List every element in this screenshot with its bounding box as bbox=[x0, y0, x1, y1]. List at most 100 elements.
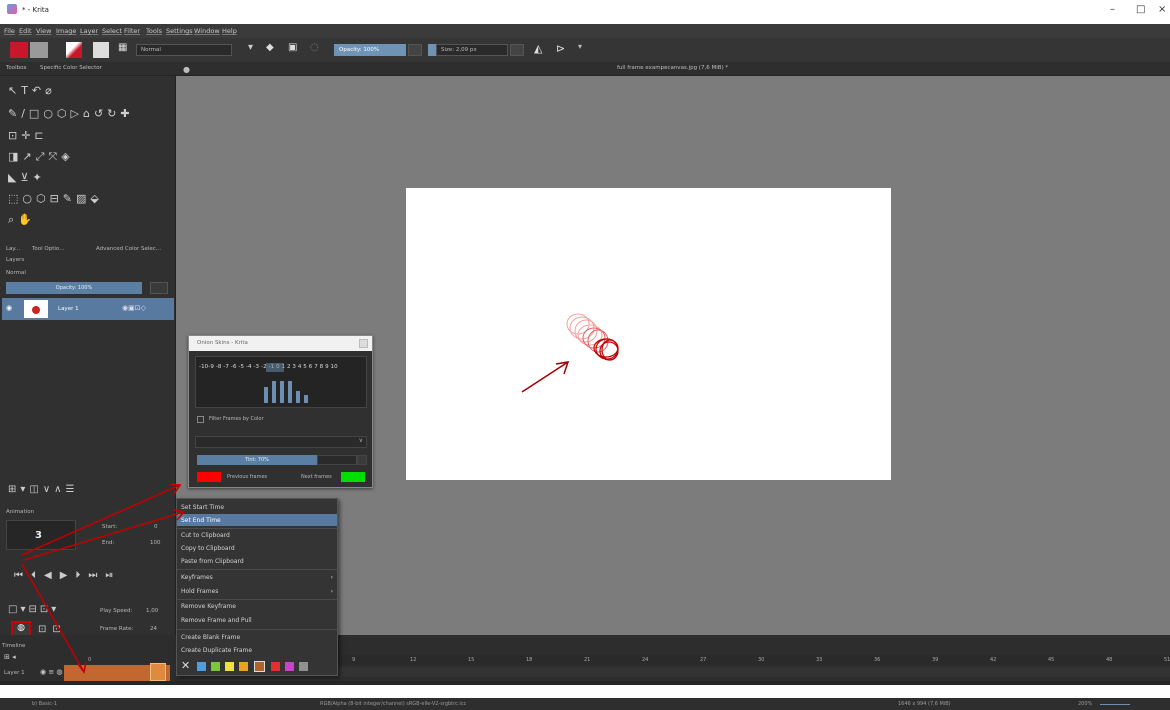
play-speed-value[interactable]: 1,00 bbox=[146, 608, 158, 614]
tint-slider[interactable]: Tint: 70% bbox=[197, 455, 317, 465]
menu-item-set-start-time[interactable]: Set Start Time bbox=[177, 501, 337, 513]
menu-item-copy[interactable]: Copy to Clipboard bbox=[177, 542, 337, 554]
eye-icon[interactable]: ◉ bbox=[6, 304, 12, 312]
menu-item-hold-frames[interactable]: Hold Frames › bbox=[177, 585, 337, 597]
color-label-swatch[interactable] bbox=[285, 662, 294, 671]
color-label-swatch[interactable] bbox=[197, 662, 206, 671]
toolbox-row-2[interactable]: ✎/□○⬡▷⌂↺↻✚ bbox=[8, 107, 134, 120]
onion-dialog-close-icon[interactable] bbox=[359, 339, 368, 348]
layer-lock-icons[interactable]: ◉▣⊡◇ bbox=[122, 304, 146, 312]
next-frames-color[interactable] bbox=[341, 472, 365, 482]
document-tab[interactable]: full frame exampecanvas.jpg (7,6 MiB) * bbox=[617, 65, 728, 71]
timeline-layer-icons[interactable]: ◉ ≡ ◍ bbox=[40, 668, 63, 676]
minimize-button[interactable]: – bbox=[1110, 4, 1115, 15]
toolbox-row-6[interactable]: ⬚○⬡⊟✎▨⬙ bbox=[8, 192, 103, 205]
onion-opacity-bar[interactable] bbox=[296, 391, 300, 403]
auto-frame-icons[interactable]: ⊡⊡ bbox=[38, 624, 67, 635]
tab-toolbox[interactable]: Toolbox bbox=[6, 65, 27, 71]
eraser-icon[interactable]: ◆ bbox=[266, 42, 274, 58]
mirror-vertical-icon[interactable]: ⊳ bbox=[556, 42, 565, 58]
color-label-swatch[interactable] bbox=[225, 662, 234, 671]
menu-item-paste[interactable]: Paste from Clipboard bbox=[177, 555, 337, 567]
size-spinner[interactable] bbox=[510, 44, 524, 56]
layer-opacity-slider[interactable]: Opacity: 100% bbox=[6, 282, 142, 294]
toolbox-row-4[interactable]: ◨↗⤢⤧◈ bbox=[8, 150, 74, 164]
menu-item-create-duplicate-frame[interactable]: Create Duplicate Frame bbox=[177, 644, 337, 656]
menu-item-remove-keyframe[interactable]: Remove Keyframe bbox=[177, 600, 337, 612]
reload-preset-icon[interactable]: ◌ bbox=[310, 42, 319, 58]
layer-properties-icon[interactable] bbox=[150, 282, 168, 294]
toolbox-row-7[interactable]: ⌕✋ bbox=[8, 213, 36, 227]
timeline-scrollbar[interactable] bbox=[0, 681, 1170, 685]
blend-mode-select[interactable]: Normal bbox=[136, 44, 232, 56]
menu-help[interactable]: Help bbox=[222, 27, 237, 35]
menu-item-cut[interactable]: Cut to Clipboard bbox=[177, 529, 337, 541]
onion-opacity-bar[interactable] bbox=[280, 381, 284, 403]
dropdown-arrow-icon[interactable]: ▾ bbox=[248, 42, 253, 58]
onion-opacity-bar[interactable] bbox=[272, 381, 276, 403]
onion-frame-selector[interactable]: -10-9 -8 -7 -6 -5 -4 -3 -2 -1 0 1 2 3 4 … bbox=[195, 356, 367, 408]
background-color-swatch[interactable] bbox=[30, 42, 48, 58]
maximize-button[interactable]: □ bbox=[1136, 4, 1145, 15]
color-label-swatch-selected[interactable] bbox=[254, 661, 265, 672]
tint-slider-track[interactable] bbox=[317, 455, 357, 465]
menu-item-remove-frame-and-pull[interactable]: Remove Frame and Pull bbox=[177, 614, 337, 626]
onion-opacity-bar[interactable] bbox=[264, 387, 268, 403]
keyframe-tools-icons[interactable]: □▾⊟⊡▾ bbox=[8, 604, 59, 615]
layer-blend-select[interactable]: Normal bbox=[6, 270, 26, 276]
onion-opacity-bar[interactable] bbox=[304, 395, 308, 403]
previous-frames-color[interactable] bbox=[197, 472, 221, 482]
playback-controls[interactable]: ⏮⏴◀▶⏵⏭⏯ bbox=[14, 570, 121, 581]
mirror-dropdown-icon[interactable]: ▾ bbox=[578, 42, 582, 58]
clear-color-icon[interactable]: ✕ bbox=[181, 659, 190, 672]
color-label-swatch[interactable] bbox=[239, 662, 248, 671]
size-slider[interactable]: Size: 2,09 px bbox=[436, 44, 508, 56]
menu-item-create-blank-frame[interactable]: Create Blank Frame bbox=[177, 631, 337, 643]
color-label-swatch[interactable] bbox=[299, 662, 308, 671]
add-layer-icon[interactable]: ⊞ ◂ bbox=[4, 653, 16, 661]
menu-settings[interactable]: Settings bbox=[166, 27, 193, 35]
document-settings-icon[interactable]: ● bbox=[183, 65, 190, 74]
opacity-slider[interactable]: Opacity: 100% bbox=[334, 44, 406, 56]
brush-preset-status[interactable]: b) Basic-1 bbox=[32, 701, 57, 707]
zoom-level[interactable]: 200% bbox=[1078, 701, 1092, 707]
layer-name[interactable]: Layer 1 bbox=[58, 306, 79, 312]
tab-specific-color[interactable]: Specific Color Selector bbox=[40, 65, 102, 71]
layer-row-layer-1[interactable]: ◉ Layer 1 ◉▣⊡◇ bbox=[2, 298, 174, 320]
end-value[interactable]: 100 bbox=[150, 540, 161, 546]
timeline-layer-label[interactable]: Layer 1 bbox=[4, 670, 25, 676]
pattern-icon[interactable] bbox=[93, 42, 109, 58]
gradient-icon[interactable] bbox=[66, 42, 82, 58]
menu-file[interactable]: File bbox=[4, 27, 15, 35]
menu-item-set-end-time[interactable]: Set End Time bbox=[177, 514, 337, 526]
menu-layer[interactable]: Layer bbox=[80, 27, 98, 35]
color-filter-select[interactable]: ∨ bbox=[195, 436, 367, 448]
zoom-slider[interactable] bbox=[1100, 704, 1130, 705]
frame-rate-value[interactable]: 24 bbox=[150, 626, 157, 632]
drawing-canvas[interactable] bbox=[406, 188, 891, 480]
menu-edit[interactable]: Edit bbox=[19, 27, 32, 35]
toolbox-row-1[interactable]: ↖T↶⌀ bbox=[8, 84, 56, 97]
preserve-alpha-icon[interactable]: ▣ bbox=[288, 42, 297, 58]
current-frame-field[interactable]: 3 bbox=[6, 520, 76, 550]
onion-dialog-titlebar[interactable]: Onion Skins - Krita bbox=[189, 336, 372, 351]
toolbox-row-5[interactable]: ◣⊻✦ bbox=[8, 171, 46, 184]
menu-select[interactable]: Select bbox=[102, 27, 122, 35]
mirror-horizontal-icon[interactable]: ◭ bbox=[534, 42, 542, 58]
menu-window[interactable]: Window bbox=[194, 27, 220, 35]
menu-view[interactable]: View bbox=[36, 27, 51, 35]
menu-tools[interactable]: Tools bbox=[146, 27, 162, 35]
color-label-swatch[interactable] bbox=[211, 662, 220, 671]
tab-advanced-color[interactable]: Advanced Color Selec... bbox=[96, 246, 161, 252]
opacity-spinner[interactable] bbox=[408, 44, 422, 56]
menu-filter[interactable]: Filter bbox=[124, 27, 140, 35]
tab-tool-options[interactable]: Tool Optio... bbox=[32, 246, 64, 252]
close-button[interactable]: × bbox=[1158, 4, 1166, 15]
onion-opacity-bar[interactable] bbox=[288, 381, 292, 403]
current-keyframe[interactable] bbox=[150, 663, 166, 681]
animation-toolbar-icons[interactable]: ⊞▾◫∨∧☰ bbox=[8, 484, 78, 495]
tint-spinner[interactable] bbox=[357, 455, 367, 465]
start-value[interactable]: 0 bbox=[154, 524, 158, 530]
brush-presets-icon[interactable]: ▦ bbox=[118, 42, 132, 58]
menu-item-keyframes[interactable]: Keyframes › bbox=[177, 571, 337, 583]
